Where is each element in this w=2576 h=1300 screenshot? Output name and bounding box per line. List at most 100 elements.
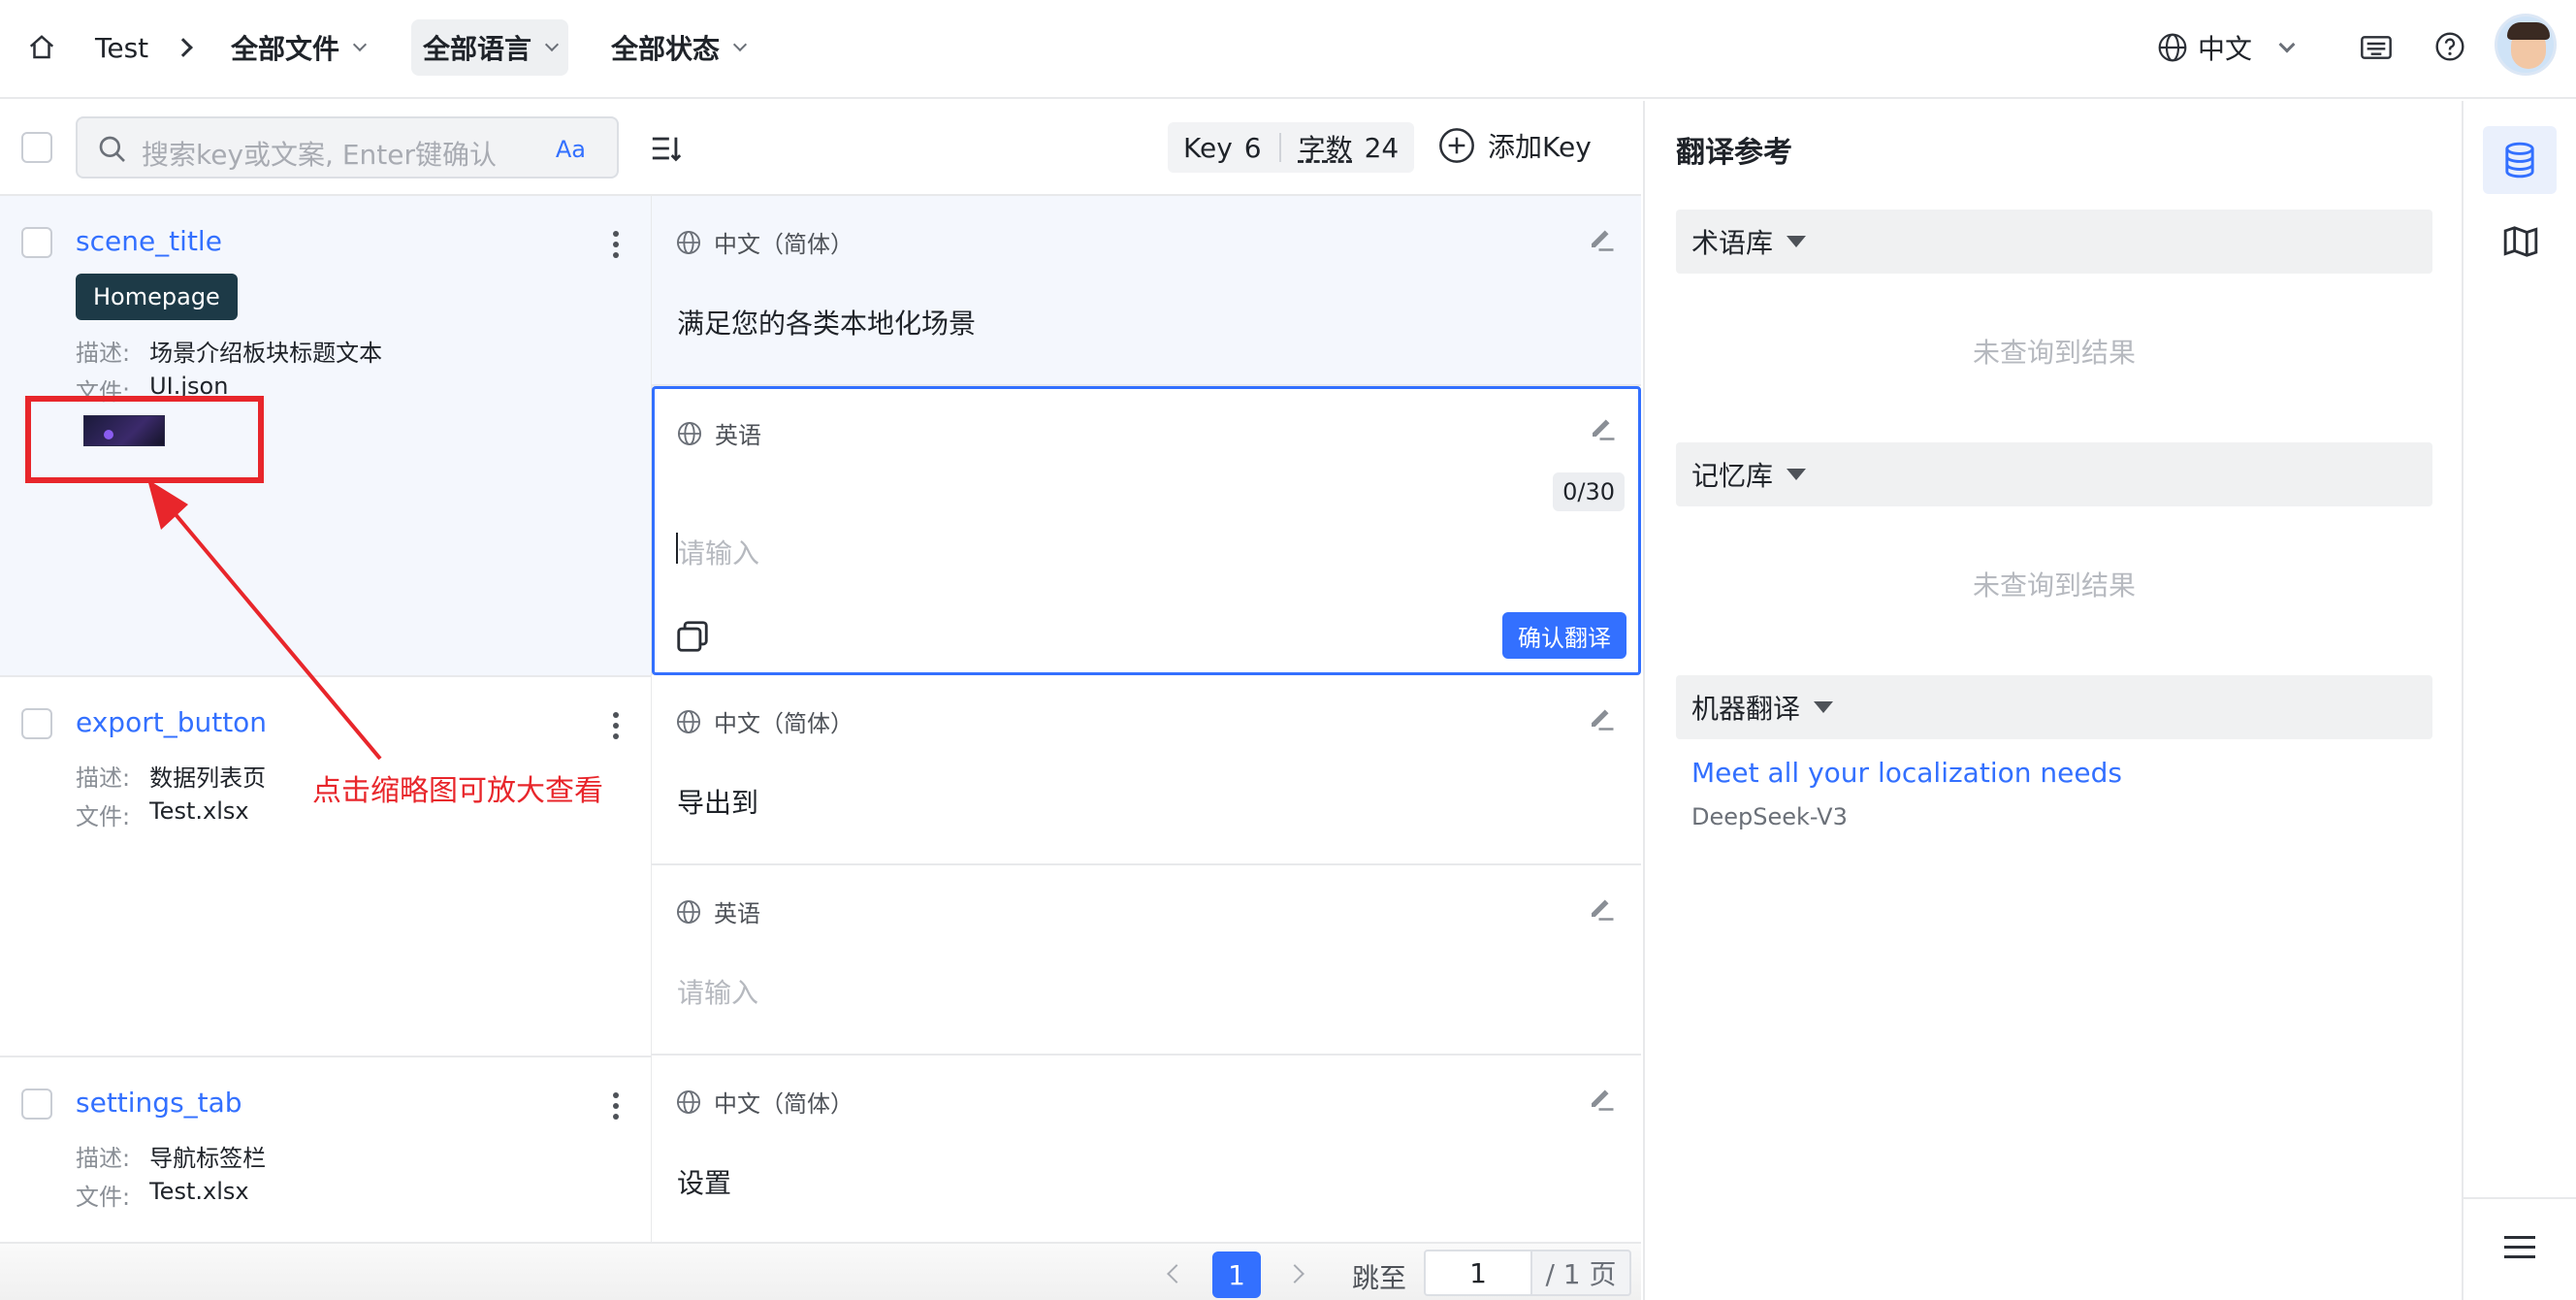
translation-input-placeholder[interactable]: 请输入 xyxy=(678,533,759,571)
key-checkbox[interactable] xyxy=(21,1089,52,1120)
key-item[interactable]: export_button 描述: 数据列表页 文件: Test.xlsx xyxy=(0,677,652,1057)
top-bar: Test 全部文件 全部语言 全部状态 中文 xyxy=(0,0,2576,99)
side-rail xyxy=(2462,101,2576,1300)
translation-cell[interactable]: 中文（简体） 设置 xyxy=(652,1056,1641,1242)
page-number-current[interactable]: 1 xyxy=(1212,1251,1261,1298)
edit-pencil-icon[interactable] xyxy=(1587,893,1616,922)
glossary-section-toggle[interactable]: 术语库 xyxy=(1676,210,2432,274)
translation-input-placeholder[interactable]: 请输入 xyxy=(677,972,758,1011)
key-description: 描述: 数据列表页 xyxy=(76,759,266,793)
breadcrumb-project-label: Test xyxy=(95,31,149,64)
pagination: 1 跳至 1 / 1 页 xyxy=(0,1242,1641,1300)
language-name: 中文（简体） xyxy=(714,710,853,737)
map-icon[interactable] xyxy=(2502,223,2539,260)
ui-language-selector[interactable]: 中文 xyxy=(2157,19,2296,76)
jump-to-label: 跳至 xyxy=(1352,1262,1407,1294)
toolbar: 搜索key或文案, Enter键确认 Aa Key 6 字数 24 添加Key xyxy=(0,101,1641,196)
edit-pencil-icon[interactable] xyxy=(1587,1083,1616,1112)
description-value: 导航标签栏 xyxy=(149,1145,267,1172)
filter-all-files[interactable]: 全部文件 xyxy=(231,19,368,76)
help-icon[interactable] xyxy=(2434,31,2465,62)
annotation-text: 点击缩略图可放大查看 xyxy=(312,774,603,808)
key-file: 文件: Test.xlsx xyxy=(76,1178,249,1212)
key-item[interactable]: scene_title Homepage 描述: 场景介绍板块标题文本 文件: … xyxy=(0,196,652,677)
memory-empty: 未查询到结果 xyxy=(1972,569,2136,601)
next-page-icon[interactable] xyxy=(1285,1264,1304,1284)
confirm-translation-button[interactable]: 确认翻译 xyxy=(1502,612,1626,659)
key-item[interactable]: settings_tab 描述: 导航标签栏 文件: Test.xlsx xyxy=(0,1057,652,1242)
globe-icon xyxy=(676,1089,701,1114)
caret-down-icon xyxy=(1814,701,1834,713)
case-sensitive-toggle[interactable]: Aa xyxy=(556,136,586,163)
edit-pencil-icon[interactable] xyxy=(1587,223,1616,252)
keyboard-icon[interactable] xyxy=(2361,33,2392,62)
language-label: 中文（简体） xyxy=(675,1085,853,1119)
more-menu-icon[interactable] xyxy=(613,1092,621,1124)
file-value: Test.xlsx xyxy=(149,797,249,825)
reference-tab[interactable] xyxy=(2483,126,2557,194)
globe-icon xyxy=(676,709,701,733)
avatar[interactable] xyxy=(2495,14,2557,76)
memory-label: 记忆库 xyxy=(1691,460,1774,492)
edit-pencil-icon[interactable] xyxy=(1587,702,1616,731)
stat-divider xyxy=(1278,133,1281,162)
total-pages: / 1 页 xyxy=(1530,1250,1631,1296)
annotation-highlight-box xyxy=(25,396,264,483)
translation-editor[interactable]: 英语 0/30 请输入 确认翻译 xyxy=(652,386,1641,675)
copy-icon[interactable] xyxy=(674,618,711,655)
sort-icon[interactable] xyxy=(650,132,683,165)
machine-translation-result[interactable]: Meet all your localization needs xyxy=(1691,757,2122,789)
menu-icon[interactable] xyxy=(2504,1236,2535,1259)
translation-text: 设置 xyxy=(677,1167,732,1199)
key-checkbox[interactable] xyxy=(21,708,52,739)
language-name: 英语 xyxy=(715,422,761,449)
description-value: 场景介绍板块标题文本 xyxy=(149,340,383,367)
language-name: 中文（简体） xyxy=(714,1090,853,1118)
filter-all-languages[interactable]: 全部语言 xyxy=(411,19,569,76)
description-label: 描述: xyxy=(76,764,131,792)
translation-reference-panel: 翻译参考 术语库 未查询到结果 记忆库 未查询到结果 机器翻译 Meet all… xyxy=(1643,101,2462,1300)
file-label: 文件: xyxy=(76,803,131,830)
translation-cell[interactable]: 中文（简体） 导出到 xyxy=(652,675,1641,865)
machine-translation-engine: DeepSeek-V3 xyxy=(1691,803,1848,830)
memory-section-toggle[interactable]: 记忆库 xyxy=(1676,442,2432,506)
prev-page-icon[interactable] xyxy=(1167,1264,1186,1284)
key-stats: Key 6 字数 24 xyxy=(1168,122,1415,173)
breadcrumb-project[interactable]: Test xyxy=(95,19,148,76)
key-description: 描述: 导航标签栏 xyxy=(76,1139,266,1173)
search-input[interactable]: 搜索key或文案, Enter键确认 Aa xyxy=(76,116,619,179)
filter-all-status-label: 全部状态 xyxy=(611,33,721,65)
language-name: 英语 xyxy=(714,900,760,927)
edit-pencil-icon[interactable] xyxy=(1588,412,1617,441)
description-label: 描述: xyxy=(76,340,131,367)
glossary-label: 术语库 xyxy=(1691,227,1774,259)
add-key-label: 添加Key xyxy=(1488,131,1592,163)
ui-language-label: 中文 xyxy=(2198,33,2253,65)
select-all-checkbox[interactable] xyxy=(21,132,52,163)
home-icon[interactable] xyxy=(27,33,56,62)
translation-text: 满足您的各类本地化场景 xyxy=(677,308,977,340)
key-file: 文件: Test.xlsx xyxy=(76,797,249,831)
word-count-label: 字数 xyxy=(1298,133,1353,165)
key-count-value: 6 xyxy=(1243,131,1262,164)
filter-all-languages-label: 全部语言 xyxy=(423,33,532,65)
key-checkbox[interactable] xyxy=(21,227,52,258)
glossary-empty: 未查询到结果 xyxy=(1972,337,2136,369)
key-name[interactable]: scene_title xyxy=(76,225,222,257)
key-name[interactable]: export_button xyxy=(76,706,267,738)
caret-down-icon xyxy=(1787,469,1807,480)
jump-to-input[interactable]: 1 xyxy=(1424,1250,1532,1296)
chevron-down-icon xyxy=(2278,36,2296,53)
add-key-button[interactable]: 添加Key xyxy=(1437,126,1592,165)
description-label: 描述: xyxy=(76,1145,131,1172)
more-menu-icon[interactable] xyxy=(613,231,621,263)
chevron-down-icon xyxy=(732,37,748,52)
key-description: 描述: 场景介绍板块标题文本 xyxy=(76,334,382,368)
key-name[interactable]: settings_tab xyxy=(76,1087,242,1119)
translation-cell[interactable]: 中文（简体） 满足您的各类本地化场景 xyxy=(652,196,1641,386)
more-menu-icon[interactable] xyxy=(613,712,621,744)
machine-translation-section-toggle[interactable]: 机器翻译 xyxy=(1676,675,2432,739)
avatar-hair xyxy=(2507,22,2550,40)
filter-all-status[interactable]: 全部状态 xyxy=(611,19,748,76)
translation-cell[interactable]: 英语 请输入 xyxy=(652,865,1641,1056)
